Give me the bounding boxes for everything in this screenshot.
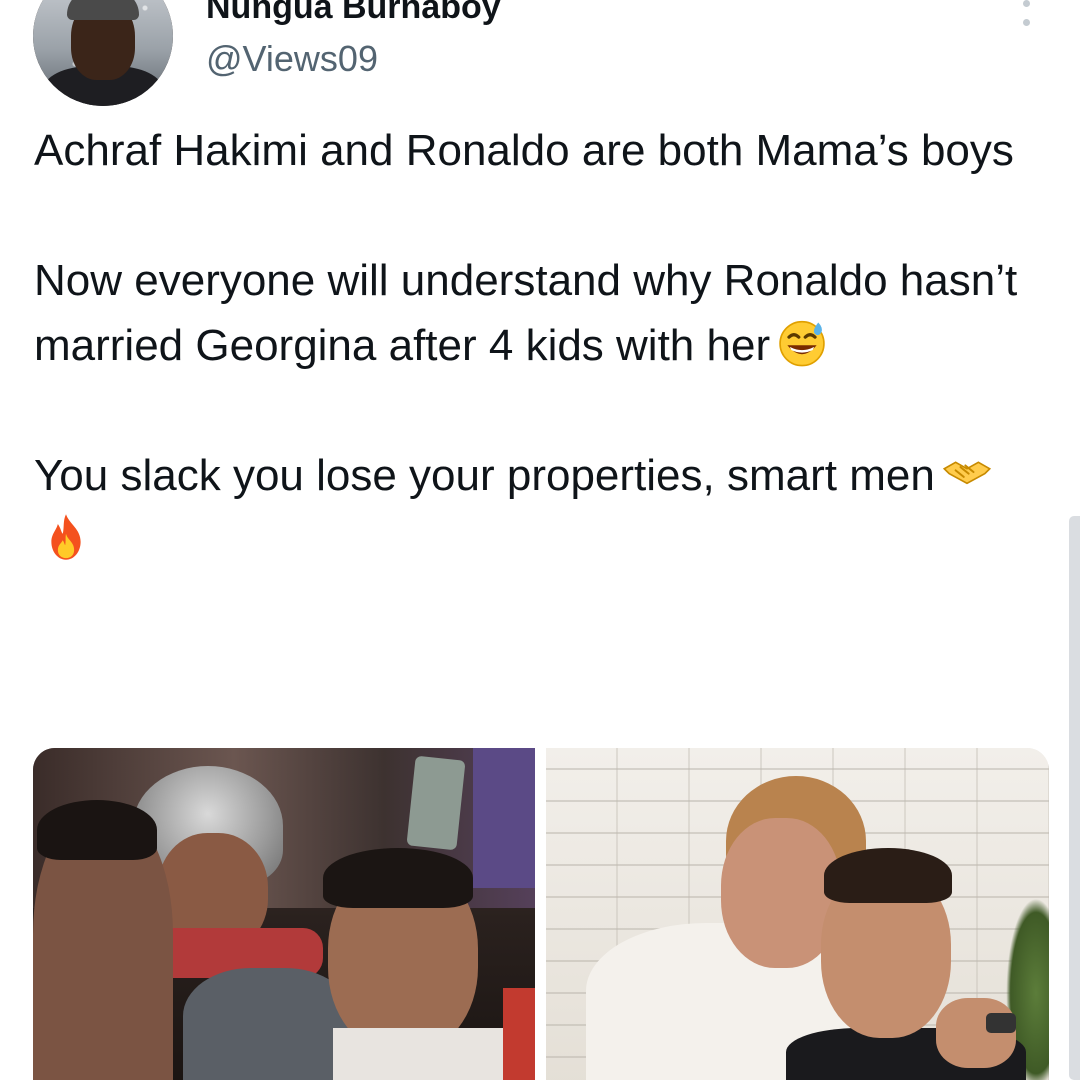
tweet-view: Nungua Burnaboy @Views09 Achraf Hakimi a… bbox=[0, 0, 1080, 1080]
photo-watch bbox=[986, 1013, 1016, 1033]
fire-emoji bbox=[51, 514, 81, 560]
more-dot bbox=[1022, 19, 1030, 26]
photo-arm bbox=[936, 998, 1016, 1068]
tweet-text: Achraf Hakimi and Ronaldo are both Mama’… bbox=[34, 118, 1044, 573]
author-name[interactable]: Nungua Burnaboy bbox=[206, 0, 501, 27]
handshake-emoji bbox=[942, 461, 991, 485]
photo-mother-kiss bbox=[183, 968, 353, 1080]
avatar-beanie bbox=[67, 0, 139, 20]
sweat-smile-emoji bbox=[779, 320, 825, 367]
photo-hakimi-mother[interactable] bbox=[33, 748, 535, 1080]
tweet-paragraph-3: You slack you lose your properties, smar… bbox=[34, 443, 1044, 573]
photo-player-left-hair bbox=[37, 800, 157, 860]
tweet-paragraph-3-text: You slack you lose your properties, smar… bbox=[34, 451, 935, 500]
more-vertical-icon[interactable] bbox=[1018, 0, 1034, 26]
photo-banner bbox=[473, 748, 535, 888]
photo-ronaldo-hair bbox=[824, 848, 952, 903]
photo-phone bbox=[406, 755, 466, 851]
more-dot bbox=[1022, 0, 1030, 7]
photo-ronaldo-mother[interactable] bbox=[546, 748, 1049, 1080]
photo-shirt-stripe bbox=[503, 988, 535, 1080]
avatar[interactable] bbox=[33, 0, 173, 106]
tweet-paragraph-1: Achraf Hakimi and Ronaldo are both Mama’… bbox=[34, 126, 1014, 175]
scrollbar[interactable] bbox=[1069, 516, 1080, 1080]
tweet-paragraph-2: Now everyone will understand why Ronaldo… bbox=[34, 248, 1044, 378]
tweet-paragraph-2-text: Now everyone will understand why Ronaldo… bbox=[34, 256, 1018, 370]
media-grid bbox=[33, 748, 1049, 1080]
author-handle[interactable]: @Views09 bbox=[206, 38, 378, 80]
photo-hakimi-hair bbox=[323, 848, 473, 908]
